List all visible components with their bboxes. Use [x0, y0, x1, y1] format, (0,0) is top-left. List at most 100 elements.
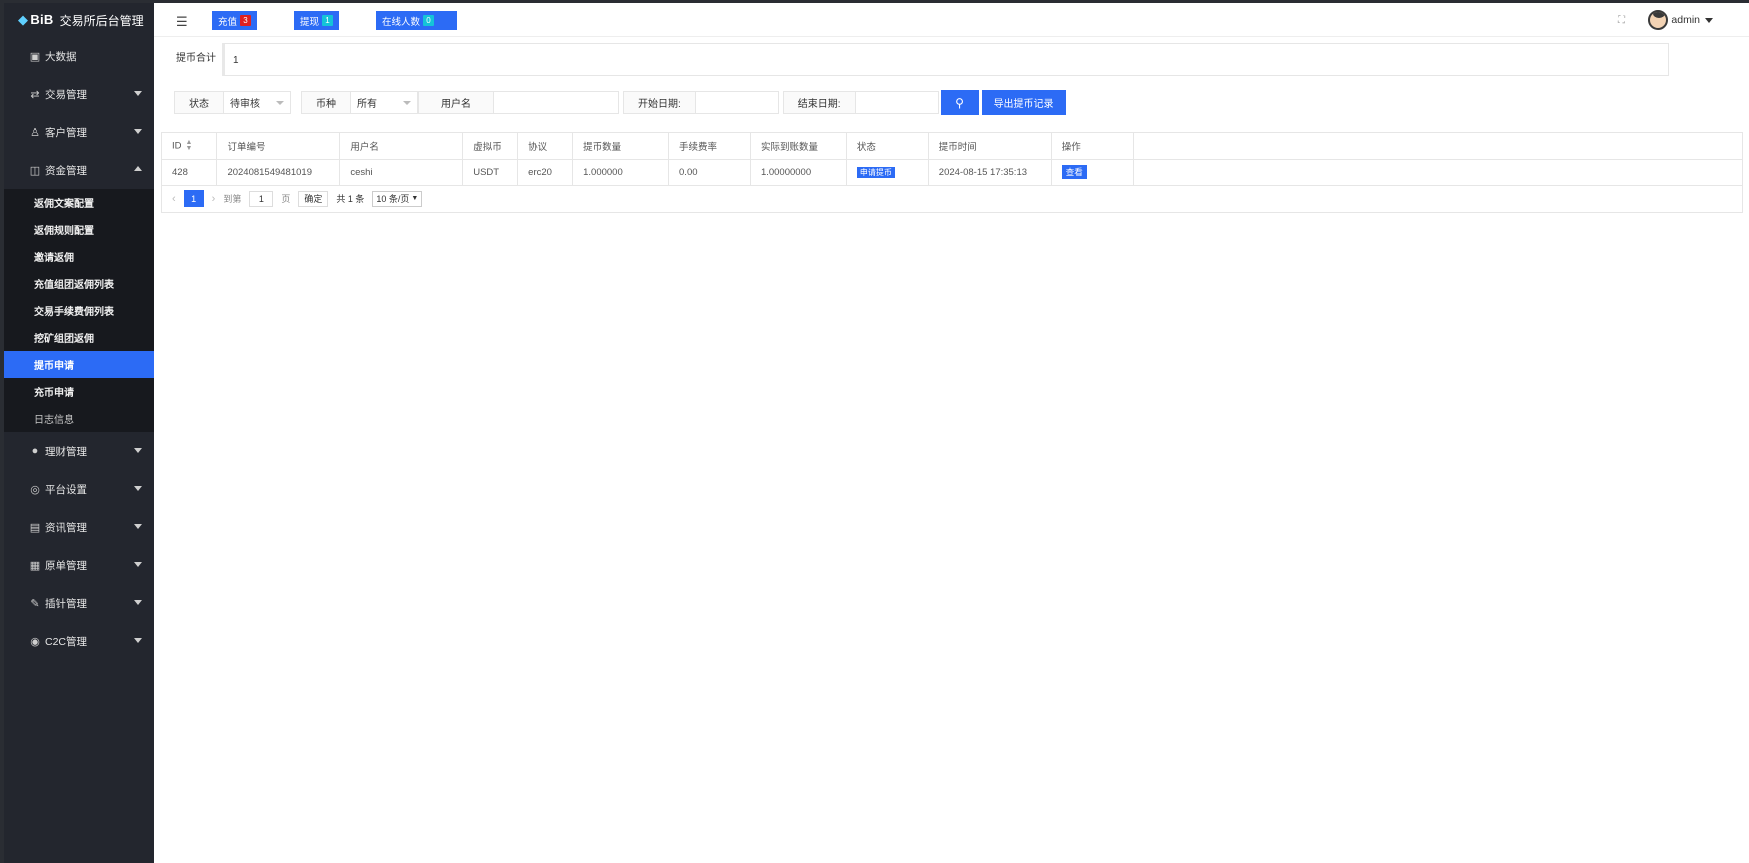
sidebar-subitem-trade-fee-rebate[interactable]: 交易手续费佣列表	[4, 297, 154, 324]
status-badge: 申请提币	[856, 166, 895, 178]
start-date-input[interactable]	[696, 92, 778, 113]
cell-order-no: 2024081549481019	[216, 159, 341, 186]
start-date-filter: 开始日期:	[623, 91, 779, 114]
sidebar-item-label: 资金管理	[45, 164, 87, 177]
goto-label: 到第	[223, 194, 242, 204]
menu-toggle-icon[interactable]: ☰	[176, 14, 188, 30]
funds-submenu: 返佣文案配置 返佣规则配置 邀请返佣 充值组团返佣列表 交易手续费佣列表 挖矿组…	[4, 189, 154, 432]
settings-icon: ◎	[30, 483, 40, 496]
username-filter: 用户名	[418, 91, 619, 114]
chevron-down-icon	[134, 600, 142, 605]
sidebar-item-label: C2C管理	[45, 635, 88, 648]
chevron-up-icon	[134, 166, 142, 171]
document-icon: ▦	[29, 559, 41, 572]
sidebar-subitem-rebate-rules[interactable]: 返佣规则配置	[4, 216, 154, 243]
col-protocol: 协议	[517, 133, 574, 160]
sidebar-item-big-data[interactable]: ▣ 大数据	[4, 37, 154, 75]
recharge-count-badge: 3	[240, 15, 252, 26]
cell-protocol: erc20	[517, 159, 574, 186]
piggy-bank-icon: ●	[31, 445, 39, 457]
end-date-input[interactable]	[856, 92, 938, 113]
next-page-icon[interactable]: ›	[212, 193, 216, 205]
page-size-select[interactable]: 10 条/页 ▼	[372, 190, 423, 207]
cell-coin: USDT	[462, 159, 519, 186]
sidebar-item-platform-settings[interactable]: ◎ 平台设置	[4, 470, 154, 508]
sidebar-subitem-invite-rebate[interactable]: 邀请返佣	[4, 243, 154, 270]
sidebar-item-label: 理财管理	[45, 445, 87, 458]
online-users-button[interactable]: 在线人数 0	[376, 11, 457, 30]
chevron-down-icon	[134, 562, 142, 567]
logo-diamond-icon: ◆	[18, 12, 29, 27]
news-icon: ▤	[29, 521, 41, 534]
withdraw-summary: 提币合计 1	[174, 43, 1669, 76]
sidebar-item-needle[interactable]: ✎ 插针管理	[4, 584, 154, 622]
withdraw-button[interactable]: 提现 1	[294, 11, 340, 30]
status-select[interactable]: 待审核	[224, 92, 290, 113]
status-select-value: 待审核	[230, 99, 260, 110]
summary-value: 1	[222, 43, 1669, 76]
view-button[interactable]: 查看	[1061, 165, 1087, 179]
sidebar-subitem-mining-group-rebate[interactable]: 挖矿组团返佣	[4, 324, 154, 351]
chevron-down-icon	[134, 129, 142, 134]
sidebar-item-customers[interactable]: ♙ 客户管理	[4, 113, 154, 151]
sidebar-item-orders[interactable]: ▦ 原单管理	[4, 546, 154, 584]
sidebar: ◆ BiB 交易所后台管理 ▣ 大数据 ⇄ 交易管理 ♙ 客户管理 ◫ 资金管理 …	[4, 3, 154, 863]
export-button[interactable]: 导出提币记录	[981, 90, 1066, 115]
topbar: ☰ 充值 3 提现 1 在线人数 0 ⛶ admin	[154, 3, 1749, 37]
withdraw-count-badge: 1	[322, 15, 334, 26]
cell-time: 2024-08-15 17:35:13	[928, 159, 1052, 186]
logo: ◆ BiB 交易所后台管理	[4, 3, 154, 37]
col-id[interactable]: ID ▲ ▼	[162, 133, 218, 160]
user-menu[interactable]: admin	[1648, 10, 1713, 30]
prev-page-icon[interactable]: ‹	[172, 193, 176, 205]
fullscreen-icon[interactable]: ⛶	[1618, 15, 1625, 26]
chevron-down-icon	[134, 486, 142, 491]
sidebar-subitem-logs[interactable]: 日志信息	[4, 405, 154, 432]
sidebar-item-label: 平台设置	[45, 483, 87, 496]
col-fee-rate: 手续费率	[668, 133, 751, 160]
cell-username: ceshi	[339, 159, 464, 186]
col-actual-amount: 实际到账数量	[750, 133, 847, 160]
start-date-label: 开始日期:	[624, 92, 696, 113]
cell-id: 428	[162, 159, 218, 186]
coin-select[interactable]: 所有	[351, 92, 417, 113]
goto-confirm-button[interactable]: 确定	[298, 190, 329, 207]
withdraw-table: ID ▲ ▼ 订单编号 用户名 虚拟币 协议 提币数量 手续费率 实际到账数量 状态…	[161, 132, 1743, 213]
coin-filter: 币种 所有	[301, 91, 418, 114]
goto-page-input[interactable]: 1	[249, 190, 274, 207]
sort-icon[interactable]: ▲ ▼	[186, 139, 193, 152]
sidebar-item-c2c[interactable]: ◉ C2C管理	[4, 622, 154, 660]
chevron-down-icon	[1705, 17, 1713, 23]
coin-filter-label: 币种	[302, 92, 351, 113]
search-button[interactable]: ⚲	[940, 90, 979, 115]
chevron-down-icon	[134, 91, 142, 96]
col-time: 提币时间	[928, 133, 1052, 160]
sidebar-subitem-withdraw-requests[interactable]: 提币申请	[4, 351, 154, 378]
sidebar-subitem-deposit-requests[interactable]: 充币申请	[4, 378, 154, 405]
online-label: 在线人数	[382, 16, 421, 28]
wallet-icon: ◫	[29, 164, 41, 177]
withdraw-label: 提现	[300, 16, 320, 28]
sidebar-item-label: 资讯管理	[45, 521, 87, 534]
avatar	[1648, 10, 1669, 30]
username-filter-label: 用户名	[419, 92, 494, 113]
sidebar-subitem-recharge-group-rebate[interactable]: 充值组团返佣列表	[4, 270, 154, 297]
sidebar-subitem-rebate-copy[interactable]: 返佣文案配置	[4, 189, 154, 216]
recharge-label: 充值	[218, 16, 238, 28]
cell-actual-amount: 1.00000000	[750, 159, 847, 186]
sidebar-item-funds[interactable]: ◫ 资金管理	[4, 151, 154, 189]
recharge-button[interactable]: 充值 3	[212, 11, 258, 30]
total-count: 共 1 条	[336, 194, 365, 204]
sidebar-item-finance[interactable]: ● 理财管理	[4, 432, 154, 470]
username-input[interactable]	[494, 92, 618, 113]
table-row: 428 2024081549481019 ceshi USDT erc20 1.…	[162, 159, 1742, 186]
cell-amount: 1.000000	[572, 159, 670, 186]
app-title: 交易所后台管理	[59, 13, 144, 28]
page-unit-label: 页	[281, 194, 291, 204]
sidebar-item-news[interactable]: ▤ 资讯管理	[4, 508, 154, 546]
sidebar-item-trade[interactable]: ⇄ 交易管理	[4, 75, 154, 113]
sidebar-item-label: 插针管理	[45, 597, 87, 610]
app-window: ◆ BiB 交易所后台管理 ▣ 大数据 ⇄ 交易管理 ♙ 客户管理 ◫ 资金管理 …	[4, 3, 1749, 863]
sidebar-item-label: 交易管理	[45, 88, 87, 101]
page-current[interactable]: 1	[183, 190, 204, 207]
